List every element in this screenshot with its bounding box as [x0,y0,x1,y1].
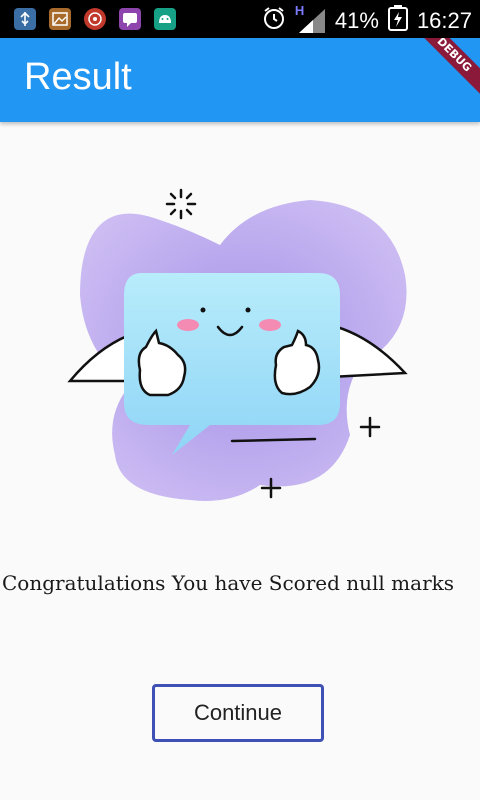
debug-banner: DEBUG [405,38,480,104]
result-message: Congratulations You have Scored null mar… [2,571,455,595]
alarm-icon [261,5,287,37]
continue-label: Continue [193,700,283,725]
continue-button[interactable]: Continue [152,684,324,742]
status-bar: H 41% 16:27 [0,0,480,38]
status-indicators: H 41% 16:27 [261,3,472,37]
chat-icon [119,8,141,30]
app-bar: Result DEBUG [0,38,480,122]
notification-icons [14,8,176,30]
usb-icon [14,8,36,30]
music-icon [84,8,106,30]
signal-icon: H [295,3,327,35]
battery-percent: 41% [334,8,379,33]
page-title: Result [24,56,132,98]
android-icon [154,8,176,30]
battery-icon [387,5,409,37]
gallery-icon [49,8,71,30]
thumbs-up-illustration [60,185,420,515]
clock: 16:27 [416,8,472,33]
